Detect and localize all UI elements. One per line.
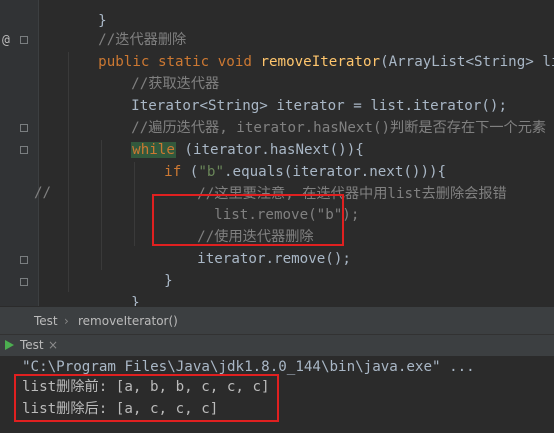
code-text: iterator.remove(); [197,251,351,267]
line-comment-prefix: // [34,185,52,201]
closing-brace-line[interactable]: } [130,248,173,289]
code-comment-line[interactable]: //遍历迭代器, iterator.hasNext()判断是否存在下一个元素 [97,95,546,136]
fold-icon[interactable] [20,146,28,154]
code-text: (ArrayList<String> list){ [380,54,554,70]
fold-icon[interactable] [20,278,28,286]
breadcrumb-method[interactable]: removeIterator() [78,314,178,328]
method-name: removeIterator [260,54,381,70]
closing-brace-line[interactable]: } [97,270,140,306]
fold-icon[interactable] [20,256,28,264]
breadcrumb: Test › removeIterator() [0,306,554,335]
fold-icon[interactable] [20,36,28,44]
code-comment-line[interactable]: //迭代器删除 [64,7,186,48]
fold-icon[interactable] [20,124,28,132]
highlight-box [152,194,344,246]
breadcrumb-separator: › [64,314,69,328]
gutter-divider [38,0,39,306]
closing-brace-line[interactable]: } [64,292,107,306]
code-text: } [164,273,173,289]
method-override-marker[interactable]: @ [2,33,10,48]
close-icon[interactable]: × [48,338,58,352]
run-icon [5,340,14,350]
method-signature-line[interactable]: public static void removeIterator(ArrayL… [64,29,554,70]
code-comment-line[interactable]: //这里要注意, 在迭代器中用list去删除会报错 [163,161,507,202]
breadcrumb-class[interactable]: Test [34,314,58,328]
code-line[interactable]: Iterator<String> iterator = list.iterato… [97,73,507,114]
if-statement-line[interactable]: if ("b".equals(iterator.next())){ [130,139,446,180]
run-tool-window-header: Test × [0,334,554,357]
code-comment-line[interactable]: //获取迭代器 [97,51,219,92]
console-output[interactable]: "C:\Program Files\Java\jdk1.8.0_144\bin\… [0,356,554,433]
code-text: } [131,295,140,306]
code-editor[interactable]: @ } //迭代器删除 public static void removeIte… [0,0,554,306]
run-tab-label[interactable]: Test [20,338,44,352]
while-loop-line[interactable]: while (iterator.hasNext()){ [97,117,364,158]
highlight-box [14,374,279,422]
